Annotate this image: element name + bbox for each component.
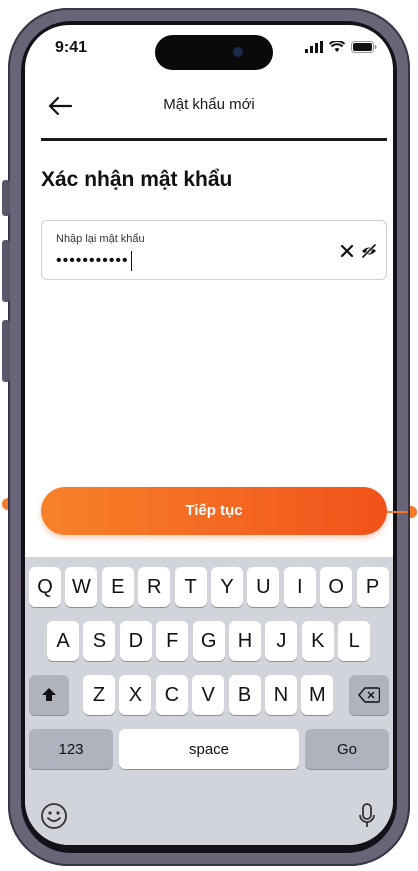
key-z[interactable]: Z [83, 675, 115, 715]
clear-icon[interactable] [340, 244, 354, 258]
key-y[interactable]: Y [211, 567, 243, 607]
password-input[interactable]: ••••••••••• [56, 251, 133, 271]
key-p[interactable]: P [356, 567, 389, 607]
key-n[interactable]: N [265, 675, 297, 715]
page-title: Mật khẩu mới [163, 96, 255, 113]
field-label: Nhập lại mật khẩu [56, 233, 145, 245]
emoji-icon[interactable] [39, 801, 69, 831]
dynamic-island [155, 35, 273, 70]
space-key[interactable]: space [119, 729, 299, 769]
microphone-icon[interactable] [357, 801, 377, 831]
status-bar: 9:41 [25, 25, 393, 77]
volume-up-button [2, 240, 10, 302]
signal-icon [305, 41, 323, 53]
annotation-connector [387, 511, 407, 513]
eye-hidden-icon[interactable] [360, 242, 378, 260]
key-j[interactable]: J [265, 621, 298, 661]
backspace-key[interactable] [349, 675, 389, 715]
key-s[interactable]: S [83, 621, 116, 661]
status-time: 9:41 [55, 39, 88, 56]
wifi-icon [329, 41, 345, 52]
nav-bar: Mật khẩu mới [25, 85, 393, 127]
key-k[interactable]: K [301, 621, 334, 661]
go-key[interactable]: Go [305, 729, 389, 769]
key-w[interactable]: W [65, 567, 98, 607]
key-b[interactable]: B [228, 675, 261, 715]
key-i[interactable]: I [283, 567, 316, 607]
key-e[interactable]: E [101, 567, 134, 607]
text-caret [130, 251, 133, 271]
backspace-icon [358, 687, 380, 703]
key-v[interactable]: V [192, 675, 225, 715]
key-t[interactable]: T [174, 567, 207, 607]
key-a[interactable]: A [47, 621, 79, 661]
numbers-key[interactable]: 123 [29, 729, 113, 769]
screen: 9:41 Mật khẩu mới Xác nhận mật khẩu Nhập… [25, 25, 393, 845]
shift-key[interactable] [29, 675, 69, 715]
key-c[interactable]: C [155, 675, 188, 715]
continue-button[interactable]: Tiếp tục [41, 487, 387, 535]
silent-switch [2, 180, 10, 216]
key-h[interactable]: H [229, 621, 261, 661]
key-u[interactable]: U [247, 567, 280, 607]
password-value: ••••••••••• [56, 252, 129, 270]
shift-icon [42, 688, 56, 701]
key-d[interactable]: D [119, 621, 152, 661]
key-g[interactable]: G [192, 621, 225, 661]
key-f[interactable]: F [156, 621, 189, 661]
key-r[interactable]: R [138, 567, 171, 607]
key-x[interactable]: X [119, 675, 152, 715]
progress-bar [41, 138, 387, 141]
confirm-password-field[interactable]: Nhập lại mật khẩu ••••••••••• [41, 220, 387, 280]
key-q[interactable]: Q [29, 567, 61, 607]
volume-down-button [2, 320, 10, 382]
progress-fill [41, 138, 387, 141]
key-o[interactable]: O [320, 567, 353, 607]
key-m[interactable]: M [301, 675, 334, 715]
section-heading: Xác nhận mật khẩu [41, 168, 233, 191]
keyboard: QWERTYUIOP ASDFGHJKL ZXCVBNM 123 space G… [25, 557, 393, 845]
key-l[interactable]: L [338, 621, 371, 661]
battery-icon [351, 41, 377, 53]
status-icons [305, 41, 377, 53]
